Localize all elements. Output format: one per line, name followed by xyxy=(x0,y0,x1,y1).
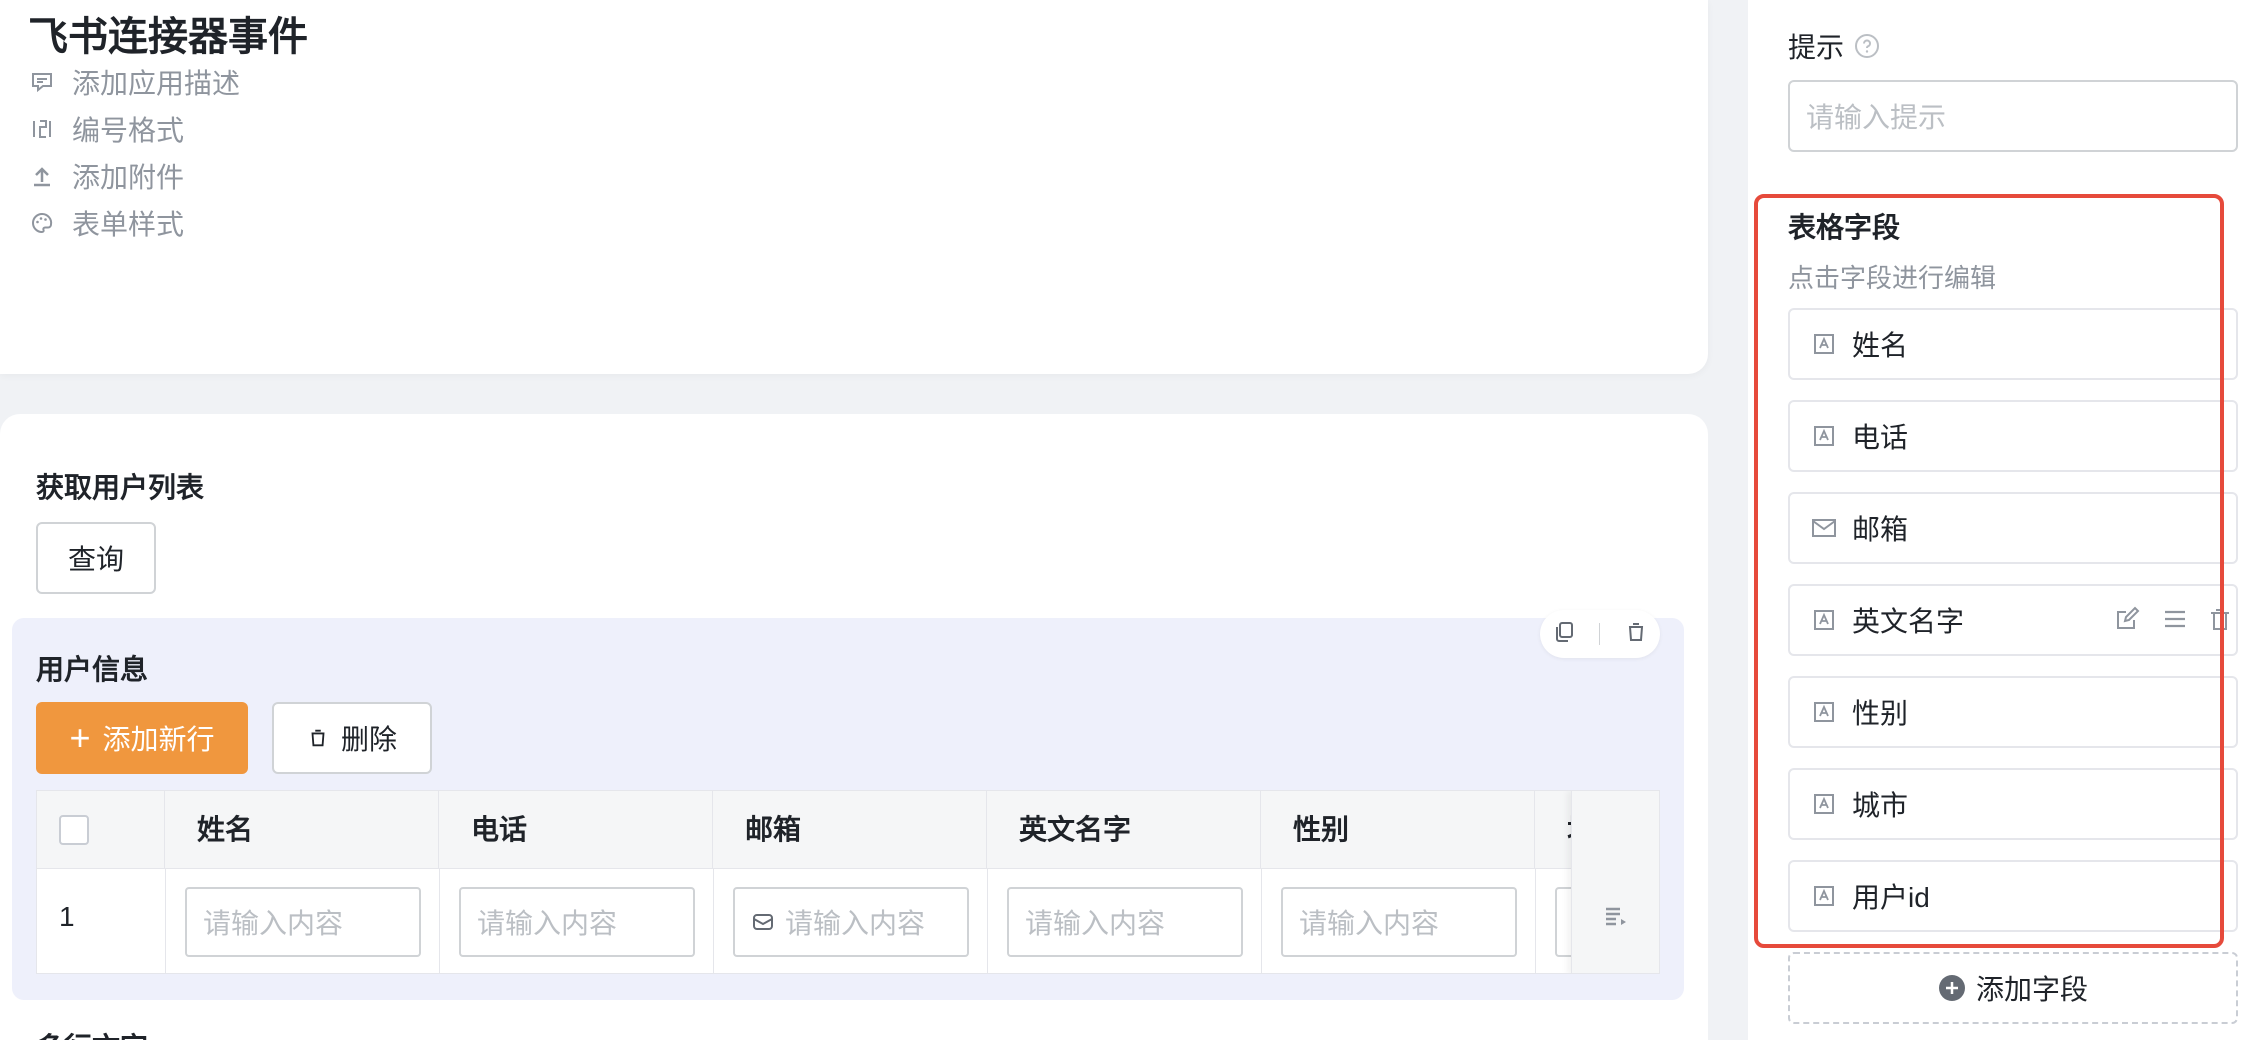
section-label-get-users: 获取用户列表 xyxy=(36,472,205,503)
hint-input[interactable]: 请输入提示 xyxy=(1788,80,2238,152)
cell-input-email[interactable]: 请输入内容 xyxy=(733,887,969,957)
column-divider xyxy=(1535,869,1536,973)
plus-icon: + xyxy=(69,717,91,758)
app-title[interactable]: 飞书连接器事件 xyxy=(28,4,308,62)
query-button[interactable]: 查询 xyxy=(36,522,156,594)
subform-title: 用户信息 xyxy=(36,654,149,685)
mail-icon xyxy=(751,910,775,934)
numbering-format-label: 编号格式 xyxy=(72,115,185,146)
copy-icon[interactable] xyxy=(1552,620,1576,649)
column-divider xyxy=(987,869,988,973)
row-number: 1 xyxy=(59,901,75,932)
add-row-label: 添加新行 xyxy=(102,724,215,755)
cell-input-english-name[interactable]: 请输入内容 xyxy=(1007,887,1243,957)
cell-input-gender[interactable]: 请输入内容 xyxy=(1281,887,1517,957)
numbering-icon xyxy=(28,115,56,143)
comment-icon xyxy=(28,68,56,96)
column-header-email[interactable]: 邮箱 xyxy=(713,791,987,869)
add-field-button[interactable]: 添加字段 xyxy=(1788,952,2238,1024)
toolbar-divider xyxy=(1599,623,1601,645)
trash-icon[interactable] xyxy=(1624,620,1648,649)
select-all-checkbox[interactable] xyxy=(59,815,89,845)
column-header-gender[interactable]: 性别 xyxy=(1261,791,1535,869)
multiline-text-label: 多行文字 xyxy=(36,1026,148,1040)
form-style-link[interactable]: 表单样式 xyxy=(28,203,184,243)
add-description-link[interactable]: 添加应用描述 xyxy=(28,62,240,102)
column-divider xyxy=(1261,869,1262,973)
column-divider xyxy=(713,869,714,973)
numbering-format-link[interactable]: 编号格式 xyxy=(28,109,184,149)
add-description-label: 添加应用描述 xyxy=(72,68,241,99)
hint-label: 提示 xyxy=(1788,26,1880,66)
select-all-cell xyxy=(37,791,165,869)
add-field-label: 添加字段 xyxy=(1975,974,2088,1005)
delete-label: 删除 xyxy=(340,724,397,755)
help-icon[interactable] xyxy=(1854,33,1880,59)
form-style-label: 表单样式 xyxy=(72,209,185,240)
column-divider xyxy=(165,869,166,973)
plus-circle-icon xyxy=(1938,974,1966,1002)
cell-input-phone[interactable]: 请输入内容 xyxy=(459,887,695,957)
add-row-button[interactable]: + 添加新行 xyxy=(36,702,248,774)
add-attachment-link[interactable]: 添加附件 xyxy=(28,156,184,196)
upload-icon xyxy=(28,162,56,190)
row-actions-column xyxy=(1571,791,1659,973)
table-header: 姓名 电话 邮箱 英文名字 性别 城 xyxy=(37,791,1659,869)
highlight-box xyxy=(1754,194,2224,948)
subform-table: 姓名 电话 邮箱 英文名字 性别 城 1 请输入内容 请输入内容 请输入内容 请… xyxy=(36,790,1660,974)
cell-input-name[interactable]: 请输入内容 xyxy=(185,887,421,957)
column-divider xyxy=(439,869,440,973)
row-detail-icon[interactable] xyxy=(1602,903,1630,936)
delete-rows-button[interactable]: 删除 xyxy=(272,702,432,774)
column-header-phone[interactable]: 电话 xyxy=(439,791,713,869)
column-header-name[interactable]: 姓名 xyxy=(165,791,439,869)
cell-input-email-placeholder: 请输入内容 xyxy=(785,908,926,939)
add-attachment-label: 添加附件 xyxy=(72,162,185,193)
subform-toolbar xyxy=(1540,610,1660,658)
trash-icon xyxy=(307,727,329,749)
palette-icon xyxy=(28,209,56,237)
hint-label-text: 提示 xyxy=(1788,32,1845,63)
column-header-english-name[interactable]: 英文名字 xyxy=(987,791,1261,869)
